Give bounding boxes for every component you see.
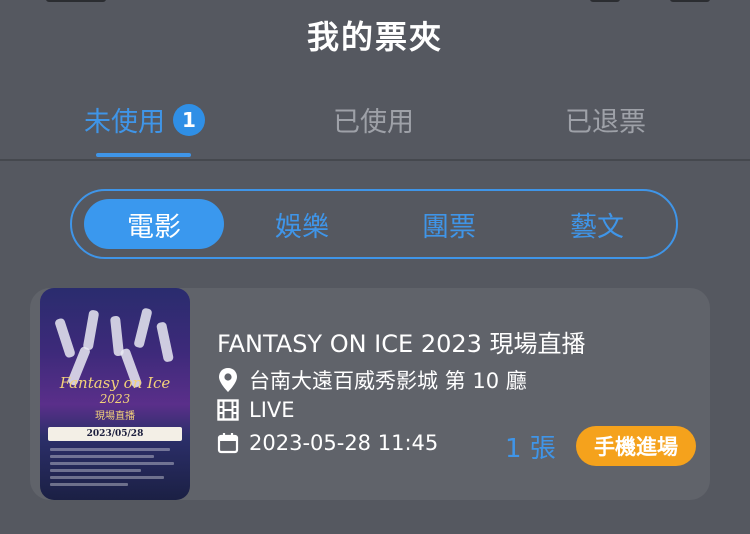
location-pin-icon (219, 368, 237, 392)
venue-row: 台南大遠百威秀影城 第 10 廳 (217, 365, 527, 395)
film-icon (217, 399, 239, 421)
format-row: LIVE (217, 398, 295, 422)
poster-title: Fantasy on Ice (59, 374, 171, 392)
page-title: 我的票夾 (306, 18, 443, 56)
unused-count-badge: 1 (173, 103, 205, 136)
datetime-row: 2023-05-28 11:45 (217, 431, 438, 455)
tab-used[interactable]: 已使用 (333, 100, 414, 139)
category-entertainment[interactable]: 娛樂 (232, 199, 372, 249)
poster-date: 2023/05/28 (48, 427, 182, 441)
category-movie[interactable]: 電影 (84, 199, 224, 249)
tab-label: 未使用 (84, 107, 165, 138)
ticket-status-tabs: 未使用 1 已使用 已退票 (0, 90, 750, 160)
ticket-count: 1 張 (505, 434, 556, 464)
category-group-ticket[interactable]: 團票 (379, 199, 519, 249)
venue-text: 台南大遠百威秀影城 第 10 廳 (249, 369, 527, 393)
status-bar (0, 0, 750, 4)
ticket-card[interactable]: Fantasy on Ice 2023 現場直播 2023/05/28 FANT… (30, 288, 710, 500)
tab-label: 已使用 (333, 107, 414, 138)
tab-refunded[interactable]: 已退票 (565, 100, 646, 139)
category-arts[interactable]: 藝文 (527, 199, 667, 249)
active-tab-indicator (96, 153, 191, 157)
tab-label: 已退票 (565, 107, 646, 138)
category-segmented-control: 電影 娛樂 團票 藝文 (70, 189, 678, 259)
datetime-text: 2023-05-28 11:45 (249, 431, 439, 455)
mobile-entry-button[interactable]: 手機進場 (576, 426, 696, 466)
poster-fine-print (50, 448, 180, 490)
tab-unused[interactable]: 未使用 1 (84, 100, 205, 139)
calendar-icon (217, 433, 239, 454)
format-text: LIVE (249, 398, 295, 422)
tabs-divider (0, 159, 750, 161)
poster-year: 2023 (99, 392, 131, 406)
event-title: FANTASY ON ICE 2023 現場直播 (217, 330, 586, 358)
poster-subtitle: 現場直播 (95, 411, 135, 422)
event-poster: Fantasy on Ice 2023 現場直播 2023/05/28 (40, 288, 190, 500)
